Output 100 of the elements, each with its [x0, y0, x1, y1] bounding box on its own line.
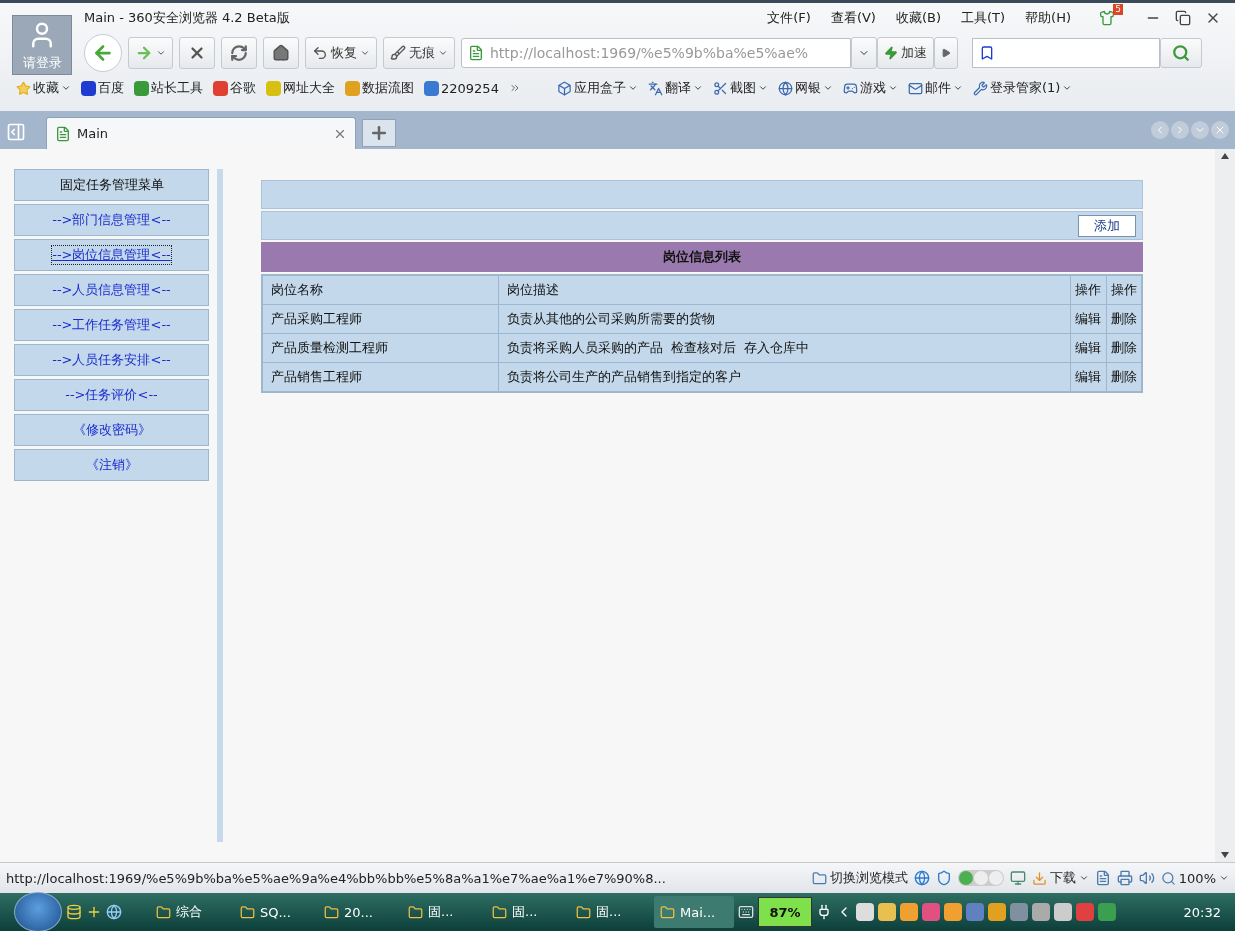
- quick-launch-icon[interactable]: [66, 904, 82, 920]
- forward-button[interactable]: [128, 37, 173, 69]
- restore-window-icon[interactable]: [1175, 10, 1191, 26]
- search-button[interactable]: [1160, 38, 1202, 68]
- menu-link[interactable]: 《注销》: [85, 456, 138, 474]
- extension-item[interactable]: 翻译: [647, 79, 703, 97]
- menu-item[interactable]: 帮助(H): [1025, 9, 1071, 27]
- bookmark-item[interactable]: 2209254: [424, 80, 499, 96]
- tray-icon[interactable]: [1010, 903, 1028, 921]
- taskbar-button[interactable]: SQ...: [234, 896, 314, 928]
- taskbar-button[interactable]: 20...: [318, 896, 398, 928]
- accelerate-button[interactable]: 加速: [877, 37, 934, 69]
- sidebar-toggle-icon[interactable]: [6, 122, 26, 142]
- plug-icon: [816, 904, 832, 920]
- stop-button[interactable]: [179, 37, 215, 69]
- play-icon: [941, 47, 951, 59]
- bookmark-item[interactable]: 收藏: [16, 79, 71, 97]
- tray-icon[interactable]: [878, 903, 896, 921]
- keyboard-icon[interactable]: [738, 904, 754, 920]
- tray-icon[interactable]: [1098, 903, 1116, 921]
- extension-item[interactable]: 邮件: [907, 79, 963, 97]
- bookmark-item[interactable]: 谷歌: [213, 79, 256, 97]
- refresh-button[interactable]: [221, 37, 257, 69]
- folder-icon: [156, 904, 171, 920]
- extension-item[interactable]: 网银: [777, 79, 833, 97]
- menu-link[interactable]: -->人员信息管理<--: [52, 281, 171, 299]
- folder-icon: [408, 904, 423, 920]
- taskbar-button[interactable]: 固...: [570, 896, 650, 928]
- close-tabs-button[interactable]: [1211, 121, 1229, 139]
- caret-icon: [1219, 873, 1229, 883]
- back-button[interactable]: [84, 34, 122, 72]
- shield-icon[interactable]: [935, 870, 952, 886]
- menu-link[interactable]: -->岗位信息管理<--: [52, 246, 171, 264]
- lightning-icon: [884, 46, 898, 60]
- taskbar-button[interactable]: Mai...: [654, 896, 734, 928]
- scrollbar[interactable]: [1215, 149, 1235, 862]
- scroll-up-icon[interactable]: [1221, 153, 1229, 159]
- start-button[interactable]: [14, 892, 62, 931]
- menu-item[interactable]: 文件(F): [767, 9, 811, 27]
- menu-link[interactable]: -->部门信息管理<--: [52, 211, 171, 229]
- scroll-down-icon[interactable]: [1221, 852, 1229, 858]
- tray-icon[interactable]: [966, 903, 984, 921]
- taskbar-button[interactable]: 综合: [150, 896, 230, 928]
- caret-icon: [1062, 83, 1073, 93]
- tray-icon[interactable]: [944, 903, 962, 921]
- column-header: 操作: [1106, 276, 1141, 304]
- extension-icon: [556, 80, 572, 96]
- tray-icon[interactable]: [856, 903, 874, 921]
- bookmark-item[interactable]: 数据流图: [345, 79, 414, 97]
- extension-item[interactable]: 游戏: [842, 79, 898, 97]
- more-bookmarks-icon[interactable]: [508, 82, 521, 94]
- new-tab-button[interactable]: [362, 119, 396, 147]
- tray-icon[interactable]: [900, 903, 918, 921]
- table-cell: 负责从其他的公司采购所需要的货物: [498, 305, 1071, 333]
- tray-icon[interactable]: [1054, 903, 1072, 921]
- printer-icon[interactable]: [1116, 870, 1133, 886]
- incognito-button[interactable]: 无痕: [383, 37, 455, 69]
- menu-link[interactable]: -->任务评价<--: [65, 386, 158, 404]
- zoom-button[interactable]: 100%: [1160, 870, 1229, 886]
- caret-icon: [887, 83, 898, 93]
- table-cell: 负责将采购人员采购的产品 检查核对后 存入仓库中: [498, 334, 1071, 362]
- folder-icon: [492, 904, 507, 920]
- go-button[interactable]: [934, 37, 958, 69]
- shirt-icon[interactable]: [1099, 10, 1115, 26]
- speaker-icon[interactable]: [1138, 870, 1155, 886]
- taskbar-button[interactable]: 固...: [402, 896, 482, 928]
- download-button[interactable]: 下载: [1031, 869, 1089, 887]
- menu-link[interactable]: 《修改密码》: [72, 421, 151, 439]
- monitor-icon[interactable]: [1009, 870, 1026, 886]
- notification-badge: 5: [1113, 4, 1123, 15]
- search-icon: [1172, 44, 1190, 62]
- menu-item[interactable]: 查看(V): [830, 9, 876, 27]
- status-url: http://localhost:1969/%e5%9b%ba%e5%ae%9a%e4%bb%bb%e5%8a%a1%e7%ae%a1%e7%90%8...: [6, 870, 667, 886]
- document-icon[interactable]: [1094, 870, 1111, 886]
- add-button[interactable]: 添加: [1078, 214, 1136, 237]
- menu-item[interactable]: 收藏(B): [895, 9, 941, 27]
- menu-item[interactable]: 工具(T): [961, 9, 1006, 27]
- close-icon: [1214, 124, 1226, 136]
- extension-item[interactable]: 截图: [712, 79, 768, 97]
- quick-launch-icon[interactable]: [86, 904, 102, 920]
- browser-tab[interactable]: Main: [46, 117, 356, 149]
- menu-link[interactable]: -->人员任务安排<--: [52, 351, 171, 369]
- quick-launch-icon[interactable]: [106, 904, 122, 920]
- three-dot-toggle[interactable]: [957, 870, 1004, 886]
- tray-icon[interactable]: [1032, 903, 1050, 921]
- taskbar-button[interactable]: 固...: [486, 896, 566, 928]
- bookmark-item[interactable]: 站长工具: [134, 79, 203, 97]
- globe-icon[interactable]: [913, 870, 930, 886]
- tray-icon[interactable]: [922, 903, 940, 921]
- home-button[interactable]: [263, 37, 299, 69]
- browse-mode-button[interactable]: 切换浏览模式: [811, 869, 908, 887]
- extension-item[interactable]: 应用盒子: [556, 79, 638, 97]
- restore-button[interactable]: 恢复: [305, 37, 377, 69]
- extension-item[interactable]: 登录管家(1): [972, 79, 1073, 97]
- extension-icon: [972, 80, 988, 96]
- tray-icon[interactable]: [988, 903, 1006, 921]
- search-field[interactable]: [972, 38, 1160, 68]
- bookmark-item[interactable]: 网址大全: [266, 79, 335, 97]
- bookmark-item[interactable]: 百度: [81, 79, 124, 97]
- menu-link[interactable]: -->工作任务管理<--: [52, 316, 171, 334]
